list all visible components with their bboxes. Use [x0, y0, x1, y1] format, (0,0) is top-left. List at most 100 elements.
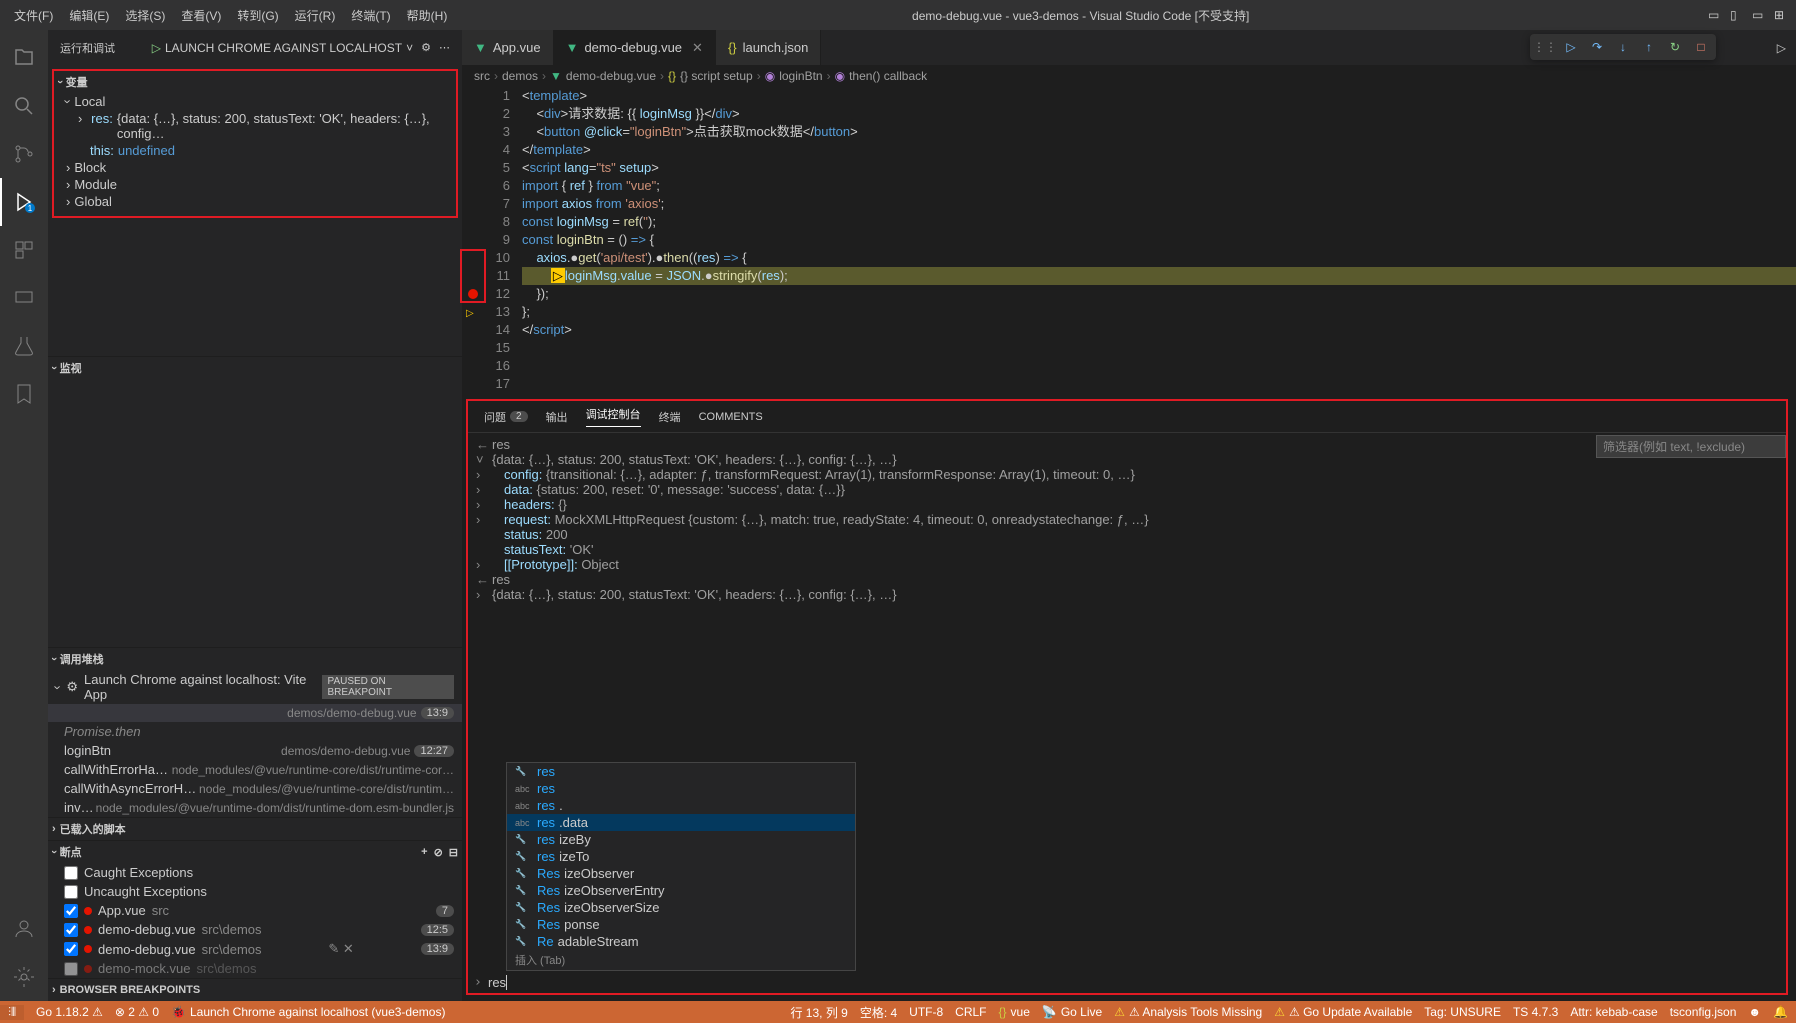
breakpoint-row[interactable]: Caught Exceptions	[48, 863, 462, 882]
toggle-bp-icon[interactable]: ⊘	[434, 846, 443, 859]
suggest-item[interactable]: 🔧ResizeObserverEntry	[507, 882, 855, 899]
add-bp-icon[interactable]: +	[421, 846, 427, 859]
breakpoint-checkbox[interactable]	[64, 923, 78, 937]
suggest-item[interactable]: 🔧ReadableStream	[507, 933, 855, 950]
suggest-item[interactable]: 🔧ResizeObserver	[507, 865, 855, 882]
breakpoint-checkbox[interactable]	[64, 942, 78, 956]
suggest-widget[interactable]: 🔧resabcresabcres.abcres.data🔧resizeBy🔧re…	[506, 762, 856, 971]
console-line[interactable]: ›{data: {…}, status: 200, statusText: 'O…	[476, 587, 1778, 602]
status-go-version[interactable]: Go 1.18.2 ⚠	[36, 1005, 103, 1019]
panel-tab-comments[interactable]: COMMENTS	[699, 411, 763, 423]
console-line[interactable]: ›[[Prototype]]: Object	[476, 557, 1778, 572]
status-cursor[interactable]: 行 13, 列 9	[790, 1004, 847, 1021]
debug-console[interactable]: ←res ˅{data: {…}, status: 200, statusText…	[468, 433, 1786, 993]
breakpoint-checkbox[interactable]	[64, 885, 78, 899]
step-out-icon[interactable]: ↑	[1638, 36, 1660, 58]
run-debug-icon[interactable]: 1	[0, 178, 48, 226]
callstack-frame[interactable]: demos/demo-debug.vue13:9	[48, 704, 462, 722]
var-scope-local[interactable]: Local	[54, 93, 456, 110]
breakpoints-header[interactable]: 断点 + ⊘ ⊟	[48, 841, 462, 863]
status-tag[interactable]: Tag: UNSURE	[1424, 1005, 1501, 1019]
tab-app-vue[interactable]: ▼App.vue	[462, 30, 554, 65]
callstack-config[interactable]: ⚙Launch Chrome against localhost: Vite A…	[48, 670, 462, 704]
status-go-update[interactable]: ⚠⚠ Go Update Available	[1274, 1005, 1412, 1019]
var-row[interactable]: this:undefined	[54, 142, 456, 159]
callstack-frame[interactable]: callWithAsyncErrorHandlingnode_modules/@…	[48, 779, 462, 798]
breakpoint-checkbox[interactable]	[64, 962, 78, 976]
layout-icon-2[interactable]: ▯	[1730, 8, 1744, 22]
status-indent[interactable]: 空格: 4	[860, 1004, 897, 1021]
breakpoint-row[interactable]: Uncaught Exceptions	[48, 882, 462, 901]
bookmark-icon[interactable]	[0, 370, 48, 418]
breakpoint-checkbox[interactable]	[64, 904, 78, 918]
menu-go[interactable]: 转到(G)	[231, 3, 284, 28]
console-line[interactable]: ←res	[476, 572, 1778, 587]
account-icon[interactable]	[0, 905, 48, 953]
stop-icon[interactable]: □	[1690, 36, 1712, 58]
console-line[interactable]: ›config: {transitional: {…}, adapter: ƒ,…	[476, 467, 1778, 482]
menu-edit[interactable]: 编辑(E)	[63, 3, 115, 28]
callstack-frame[interactable]: loginBtndemos/demo-debug.vue12:27	[48, 741, 462, 760]
close-tab-icon[interactable]: ✕	[692, 40, 703, 56]
console-line[interactable]: ›data: {status: 200, reset: '0', message…	[476, 482, 1778, 497]
loaded-scripts-section[interactable]: 已载入的脚本	[48, 817, 462, 840]
suggest-item[interactable]: abcres.data	[507, 814, 855, 831]
var-row[interactable]: res:{data: {…}, status: 200, statusText:…	[54, 110, 456, 142]
remove-all-bp-icon[interactable]: ⊟	[449, 846, 458, 859]
panel-tab-problems[interactable]: 问题2	[484, 409, 528, 425]
menu-view[interactable]: 查看(V)	[175, 3, 227, 28]
test-icon[interactable]	[0, 322, 48, 370]
suggest-item[interactable]: 🔧resizeTo	[507, 848, 855, 865]
filter-input[interactable]: 筛选器(例如 text, !exclude)	[1596, 435, 1786, 458]
explorer-icon[interactable]	[0, 34, 48, 82]
breakpoint-row[interactable]: demo-mock.vuesrc\demos	[48, 959, 462, 978]
console-line[interactable]: statusText: 'OK'	[476, 542, 1778, 557]
breadcrumb[interactable]: src› demos› ▼demo-debug.vue› {}{} script…	[462, 65, 1796, 87]
console-input[interactable]: res	[468, 973, 1786, 993]
suggest-item[interactable]: 🔧res	[507, 763, 855, 780]
panel-tab-output[interactable]: 输出	[546, 409, 568, 425]
callstack-frame[interactable]: invokernode_modules/@vue/runtime-dom/dis…	[48, 798, 462, 817]
suggest-item[interactable]: abcres	[507, 780, 855, 797]
menu-terminal[interactable]: 终端(T)	[345, 3, 396, 28]
status-analysis[interactable]: ⚠⚠ Analysis Tools Missing	[1114, 1005, 1262, 1019]
settings-icon[interactable]	[0, 953, 48, 1001]
layout-icon-1[interactable]: ▭	[1708, 8, 1722, 22]
panel-tab-terminal[interactable]: 终端	[659, 409, 681, 425]
console-line[interactable]: ˅{data: {…}, status: 200, statusText: 'O…	[476, 452, 1778, 467]
remote-icon[interactable]	[0, 274, 48, 322]
console-line[interactable]: ›request: MockXMLHttpRequest {custom: {……	[476, 512, 1778, 527]
status-language[interactable]: {}vue	[999, 1005, 1030, 1019]
search-icon[interactable]	[0, 82, 48, 130]
tab-launch-json[interactable]: {}launch.json	[716, 30, 821, 65]
callstack-frame[interactable]: callWithErrorHandlingnode_modules/@vue/r…	[48, 760, 462, 779]
suggest-item[interactable]: 🔧Response	[507, 916, 855, 933]
browser-bp-section[interactable]: BROWSER BREAKPOINTS	[48, 978, 462, 1001]
menu-run[interactable]: 运行(R)	[289, 3, 342, 28]
status-attr[interactable]: Attr: kebab-case	[1570, 1005, 1657, 1019]
status-problems[interactable]: ⊗ 2 ⚠ 0	[115, 1005, 159, 1019]
debug-config-select[interactable]: ▷ Launch Chrome against localhost ˅	[152, 41, 413, 55]
code-editor[interactable]: ▷ 1234567891011121314151617 <template> <…	[462, 87, 1796, 393]
step-into-icon[interactable]: ↓	[1612, 36, 1634, 58]
status-ts[interactable]: TS 4.7.3	[1513, 1005, 1558, 1019]
suggest-item[interactable]: 🔧resizeBy	[507, 831, 855, 848]
status-eol[interactable]: CRLF	[955, 1005, 986, 1019]
callstack-header[interactable]: 调用堆栈	[48, 648, 462, 670]
status-go-live[interactable]: 📡 Go Live	[1042, 1005, 1102, 1019]
more-icon[interactable]: ⋯	[439, 41, 450, 54]
status-feedback-icon[interactable]: ☻	[1748, 1005, 1761, 1019]
status-encoding[interactable]: UTF-8	[909, 1005, 943, 1019]
watch-section[interactable]: 监视	[48, 356, 462, 379]
menu-file[interactable]: 文件(F)	[8, 3, 59, 28]
menu-help[interactable]: 帮助(H)	[401, 3, 454, 28]
layout-icon-4[interactable]: ⊞	[1774, 8, 1788, 22]
gear-icon[interactable]: ⚙	[421, 41, 431, 54]
breakpoint-row[interactable]: demo-debug.vuesrc\demos12:5	[48, 920, 462, 939]
variables-section-header[interactable]: 变量	[54, 71, 456, 93]
status-remote[interactable]: ⫶⫴	[0, 1005, 24, 1020]
breakpoint-row[interactable]: App.vuesrc7	[48, 901, 462, 920]
panel-tab-debug-console[interactable]: 调试控制台	[586, 406, 641, 427]
restart-icon[interactable]: ↻	[1664, 36, 1686, 58]
source-control-icon[interactable]	[0, 130, 48, 178]
